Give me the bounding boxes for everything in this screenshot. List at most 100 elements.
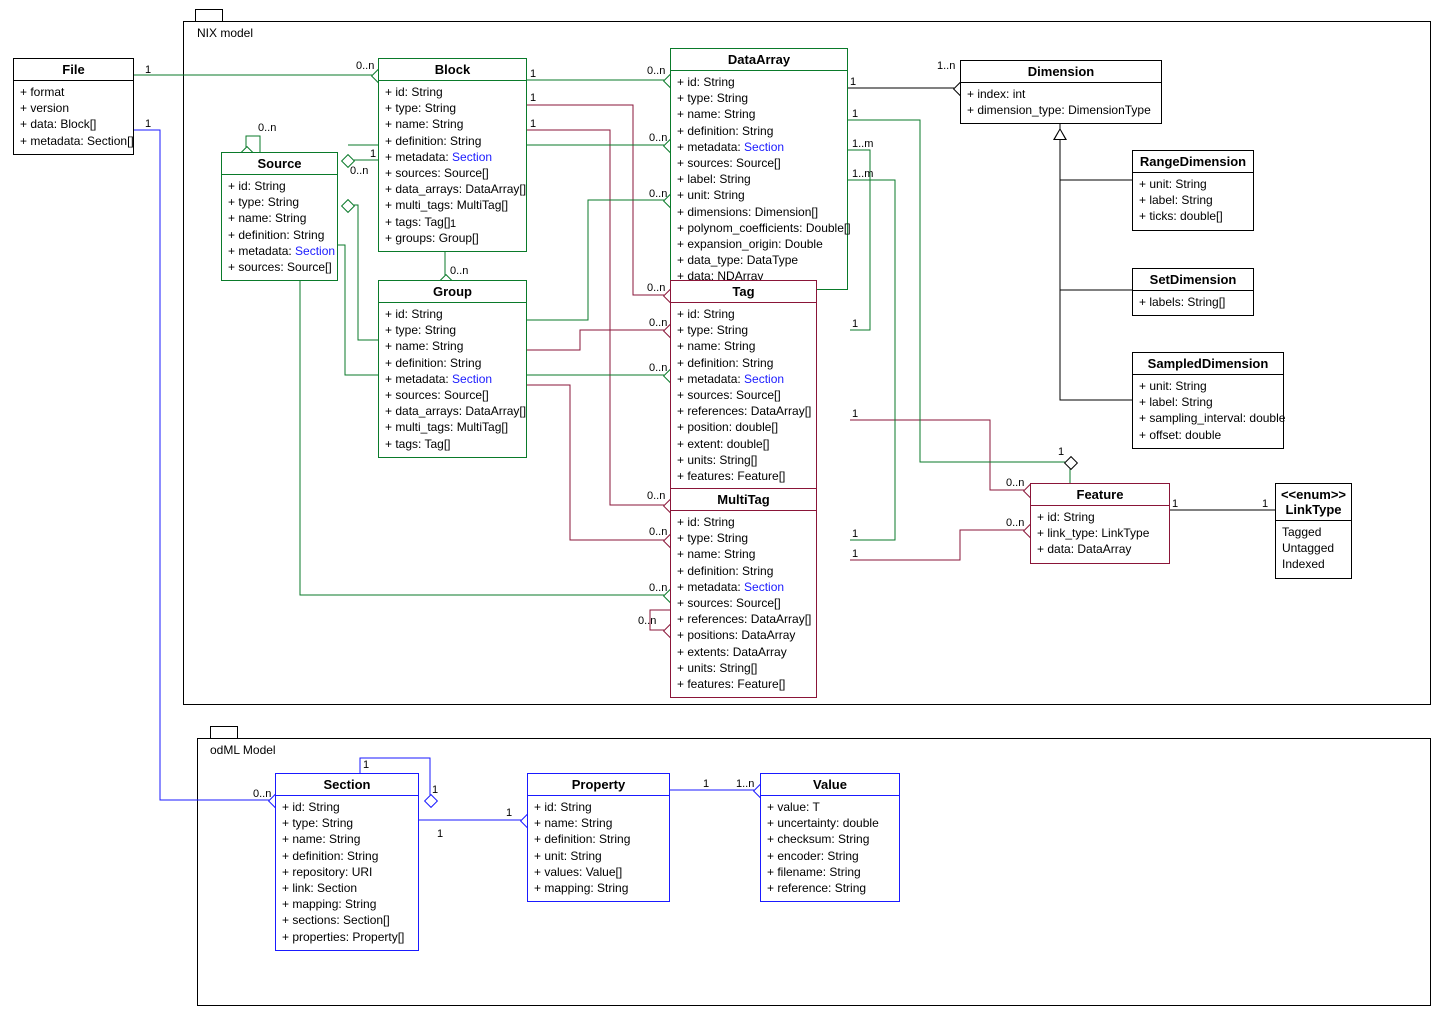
class-attr: + positions: DataArray <box>677 627 810 643</box>
class-attr: + extent: double[] <box>677 436 810 452</box>
class-attr: + encoder: String <box>767 848 893 864</box>
class-attr: + multi_tags: MultiTag[] <box>385 197 520 213</box>
class-attr: + type: String <box>385 322 520 338</box>
class-attr: + extents: DataArray <box>677 644 810 660</box>
class-attr: + name: String <box>282 831 412 847</box>
class-attr: + index: int <box>967 86 1155 102</box>
class-attr: + type: String <box>677 90 841 106</box>
class-Dimension: Dimension + index: int+ dimension_type: … <box>960 60 1162 124</box>
nix-frame-label: NIX model <box>197 26 253 40</box>
class-attr: + offset: double <box>1139 427 1277 443</box>
class-attr: + format <box>20 84 127 100</box>
class-DataArray: DataArray + id: String+ type: String+ na… <box>670 48 848 290</box>
class-attr: + type: String <box>282 815 412 831</box>
class-attr: + sources: Source[] <box>677 387 810 403</box>
class-attr: + metadata: Section <box>677 371 810 387</box>
class-attr: + labels: String[] <box>1139 294 1247 310</box>
class-File: File + format+ version+ data: Block[]+ m… <box>13 58 134 155</box>
class-attr: + definition: String <box>282 848 412 864</box>
class-attr: + name: String <box>677 106 841 122</box>
class-attr: + features: Feature[] <box>677 468 810 484</box>
class-attr: + name: String <box>385 338 520 354</box>
class-attr: + multi_tags: MultiTag[] <box>385 419 520 435</box>
class-attr: + definition: String <box>677 123 841 139</box>
class-attr: + id: String <box>677 74 841 90</box>
class-attr: + mapping: String <box>534 880 663 896</box>
class-attr: + data_arrays: DataArray[] <box>385 403 520 419</box>
class-attr: + units: String[] <box>677 660 810 676</box>
class-attr: + label: String <box>1139 394 1277 410</box>
class-MultiTag: MultiTag + id: String+ type: String+ nam… <box>670 488 817 698</box>
class-attr: + metadata: Section <box>228 243 331 259</box>
class-attr: + dimensions: Dimension[] <box>677 204 841 220</box>
class-attr: + data_type: DataType <box>677 252 841 268</box>
class-Source: Source + id: String+ type: String+ name:… <box>221 152 338 281</box>
class-attr: + id: String <box>282 799 412 815</box>
class-attr: + definition: String <box>385 133 520 149</box>
class-attr: + data_arrays: DataArray[] <box>385 181 520 197</box>
class-attr: + sections: Section[] <box>282 912 412 928</box>
class-attr: + references: DataArray[] <box>677 611 810 627</box>
class-attr: + values: Value[] <box>534 864 663 880</box>
class-attr: + properties: Property[] <box>282 929 412 945</box>
class-attr: + uncertainty: double <box>767 815 893 831</box>
class-attr: + metadata: Section <box>385 371 520 387</box>
class-attr: + definition: String <box>677 355 810 371</box>
class-attr: + position: double[] <box>677 419 810 435</box>
class-attr: + checksum: String <box>767 831 893 847</box>
class-attr: + id: String <box>228 178 331 194</box>
odml-frame-label: odML Model <box>210 743 276 757</box>
class-Value: Value + value: T+ uncertainty: double+ c… <box>760 773 900 902</box>
class-attr: + id: String <box>677 306 810 322</box>
class-attr: Indexed <box>1282 556 1345 572</box>
class-attr: + label: String <box>1139 192 1247 208</box>
class-LinkType: <<enum>> LinkType TaggedUntaggedIndexed <box>1275 483 1352 579</box>
class-attr: + sampling_interval: double <box>1139 410 1277 426</box>
class-attr: + unit: String <box>534 848 663 864</box>
class-attr: + references: DataArray[] <box>677 403 810 419</box>
class-attr: + metadata: Section <box>385 149 520 165</box>
class-attr: + id: String <box>1037 509 1163 525</box>
class-attr: + reference: String <box>767 880 893 896</box>
class-attr: + data: Block[] <box>20 116 127 132</box>
class-attr: + unit: String <box>1139 378 1277 394</box>
class-attr: Untagged <box>1282 540 1345 556</box>
class-attr: + ticks: double[] <box>1139 208 1247 224</box>
class-attr: + metadata: Section <box>677 139 841 155</box>
uml-diagram: NIX model odML Model <box>0 0 1451 1027</box>
class-attr: + groups: Group[] <box>385 230 520 246</box>
class-attr: + repository: URI <box>282 864 412 880</box>
class-SampledDimension: SampledDimension + unit: String+ label: … <box>1132 352 1284 449</box>
class-attr: + name: String <box>534 815 663 831</box>
class-attr: + unit: String <box>677 187 841 203</box>
class-attr: + filename: String <box>767 864 893 880</box>
class-attr: + metadata: Section <box>677 579 810 595</box>
class-attr: + type: String <box>228 194 331 210</box>
class-attr: + expansion_origin: Double <box>677 236 841 252</box>
class-attr: + id: String <box>534 799 663 815</box>
class-attr: + sources: Source[] <box>677 155 841 171</box>
class-attr: + id: String <box>385 84 520 100</box>
class-Section: Section + id: String+ type: String+ name… <box>275 773 419 951</box>
class-attr: + link_type: LinkType <box>1037 525 1163 541</box>
class-attr: + name: String <box>677 338 810 354</box>
class-RangeDimension: RangeDimension + unit: String+ label: St… <box>1132 150 1254 231</box>
class-attr: + dimension_type: DimensionType <box>967 102 1155 118</box>
class-attr: + units: String[] <box>677 452 810 468</box>
class-attr: + sources: Source[] <box>677 595 810 611</box>
class-attr: + type: String <box>385 100 520 116</box>
class-attr: + sources: Source[] <box>385 165 520 181</box>
class-attr: + name: String <box>228 210 331 226</box>
class-attr: + name: String <box>677 546 810 562</box>
class-attr: + definition: String <box>534 831 663 847</box>
class-Feature: Feature + id: String+ link_type: LinkTyp… <box>1030 483 1170 564</box>
class-attr: + mapping: String <box>282 896 412 912</box>
class-Tag: Tag + id: String+ type: String+ name: St… <box>670 280 817 490</box>
class-attr: + metadata: Section[] <box>20 133 127 149</box>
class-attr: + label: String <box>677 171 841 187</box>
class-attr: + id: String <box>385 306 520 322</box>
class-attr: + id: String <box>677 514 810 530</box>
class-attr: Tagged <box>1282 524 1345 540</box>
class-attr: + definition: String <box>385 355 520 371</box>
class-Group: Group + id: String+ type: String+ name: … <box>378 280 527 458</box>
